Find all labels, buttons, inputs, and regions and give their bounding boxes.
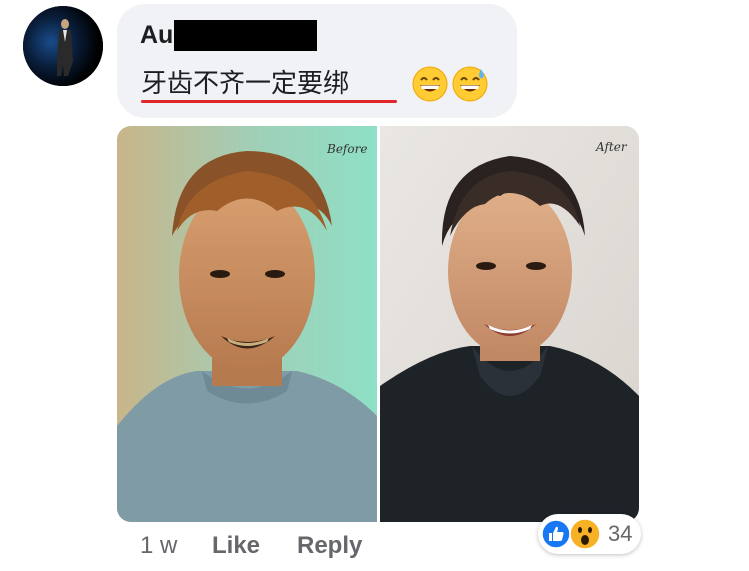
- redaction-bar: [174, 20, 317, 51]
- spellcheck-underline: [141, 100, 397, 103]
- like-button[interactable]: Like: [212, 531, 260, 561]
- comment-photo[interactable]: Before After: [117, 126, 639, 522]
- wow-reaction-icon: [569, 518, 601, 550]
- commenter-avatar[interactable]: [23, 6, 103, 86]
- comment-timestamp[interactable]: 1 w: [140, 531, 177, 561]
- grinning-sweat-emoji-icon: [452, 66, 488, 102]
- after-photo: After: [380, 126, 639, 522]
- before-photo: Before: [117, 126, 377, 522]
- reaction-count: 34: [608, 521, 633, 546]
- after-label: After: [596, 140, 627, 154]
- comment-author-name[interactable]: Au: [140, 20, 173, 50]
- like-reaction-icon: [541, 519, 571, 549]
- before-label: Before: [327, 142, 368, 156]
- grinning-face-emoji-icon: [412, 66, 448, 102]
- comment-text: 牙齿不齐一定要绑: [141, 69, 350, 99]
- avatar-image: [23, 6, 103, 86]
- reply-button[interactable]: Reply: [297, 531, 362, 561]
